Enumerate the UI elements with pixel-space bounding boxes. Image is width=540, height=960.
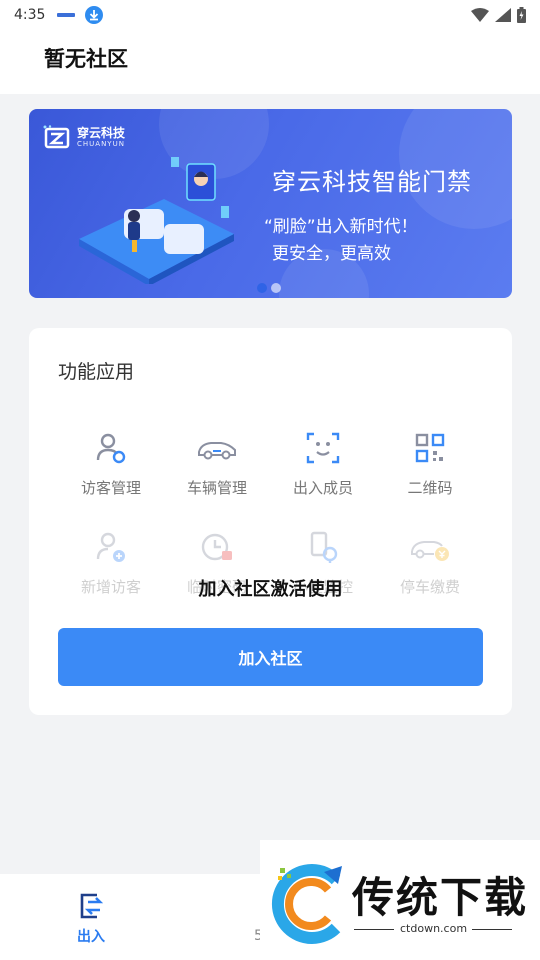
function-label: 车辆管理 <box>186 479 247 497</box>
banner-carousel[interactable]: 穿云科技 CHUANYUN 穿云科技智能门禁 “刷脸”出入新时代！ 更安全，更高… <box>29 109 512 298</box>
join-community-message: 加入社区激活使用 <box>198 579 343 600</box>
notification-icon <box>57 13 76 17</box>
wifi-icon <box>471 8 489 22</box>
watermark-divider <box>472 929 512 930</box>
status-bar: 4:35 <box>0 0 540 30</box>
banner-title: 穿云科技智能门禁 <box>272 168 472 196</box>
nav-tab-label: 出入 <box>77 929 105 945</box>
visitor-management-button[interactable]: 访客管理 <box>56 428 166 498</box>
vehicle-management-button[interactable]: 车辆管理 <box>162 428 272 498</box>
ctdown-logo-icon <box>272 864 342 944</box>
chuanyun-logo-icon <box>43 125 70 149</box>
members-button[interactable]: 出入成员 <box>268 428 378 498</box>
app-header: 暂无社区 <box>0 30 540 94</box>
watermark-url: ctdown.com <box>400 922 468 935</box>
signal-icon <box>495 8 511 22</box>
section-title: 功能应用 <box>58 361 135 383</box>
carousel-dot-1[interactable] <box>257 283 267 293</box>
battery-icon <box>517 7 526 23</box>
qrcode-icon <box>415 433 445 463</box>
parking-fee-icon <box>411 541 449 561</box>
face-gate-illustration <box>79 157 234 284</box>
brand-subtitle: CHUANYUN <box>77 139 125 148</box>
banner-slogan-2: 更安全，更高效 <box>272 244 391 264</box>
function-label: 出入成员 <box>292 479 353 497</box>
watermark-divider <box>354 929 394 930</box>
function-label: 二维码 <box>407 479 453 497</box>
temp-password-icon <box>201 533 232 561</box>
carousel-indicator <box>257 283 281 293</box>
nav-tab-entry[interactable]: 出入 <box>62 892 120 946</box>
add-visitor-icon <box>96 532 125 562</box>
banner-slogan: “刷脸”出入新时代！ <box>264 217 418 237</box>
car-icon <box>198 442 236 460</box>
status-time: 4:35 <box>14 7 46 23</box>
function-card: 功能应用 访客管理 车辆管理 出入成员 二维码 新增访客 临时密码 小区监控 停… <box>29 328 512 715</box>
page-title: 暂无社区 <box>44 47 128 71</box>
visitor-icon <box>96 433 126 464</box>
join-community-button[interactable]: 加入社区 <box>58 628 483 686</box>
brand-name: 穿云科技 <box>77 125 126 140</box>
brand-logo: 穿云科技 CHUANYUN <box>43 125 125 149</box>
watermark: 传统下载 ctdown.com <box>260 840 540 960</box>
download-icon <box>85 6 104 24</box>
face-icon <box>306 432 340 464</box>
watermark-text: 传统下载 <box>352 873 529 922</box>
function-label: 访客管理 <box>80 479 141 497</box>
monitor-icon <box>310 531 338 563</box>
carousel-dot-2[interactable] <box>271 283 281 293</box>
qrcode-button[interactable]: 二维码 <box>375 428 485 498</box>
door-entry-icon <box>80 893 104 919</box>
